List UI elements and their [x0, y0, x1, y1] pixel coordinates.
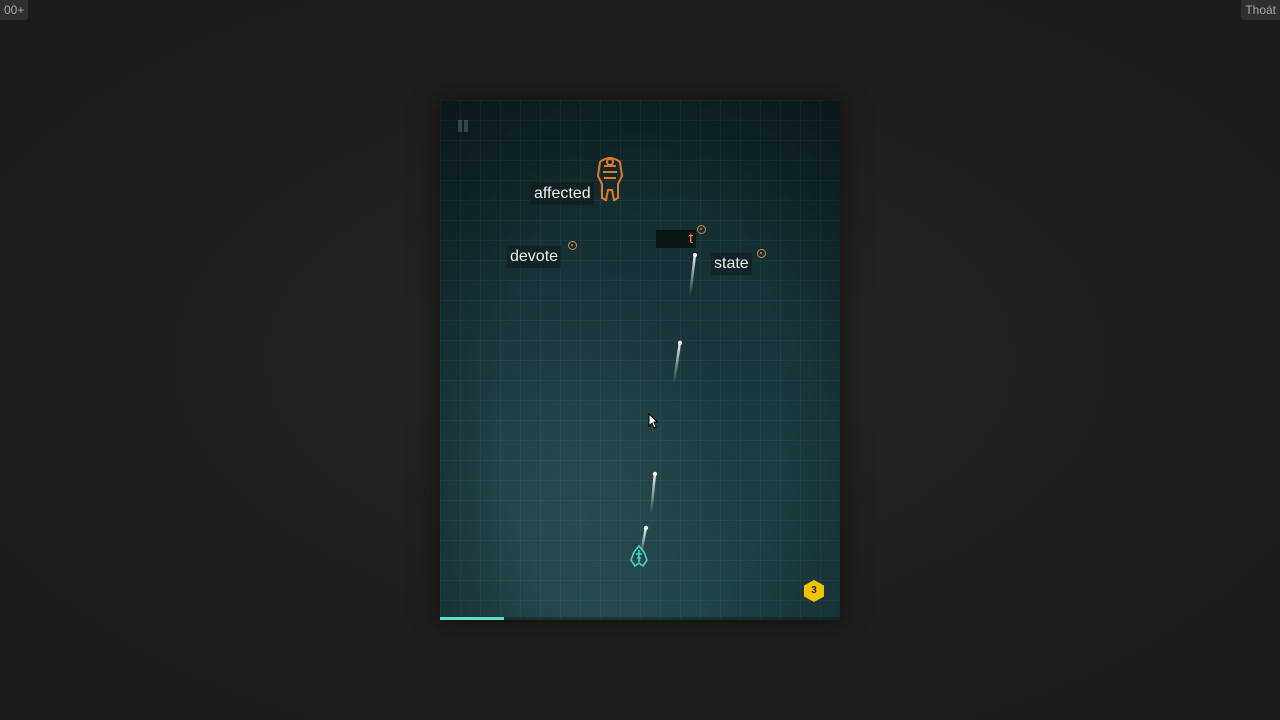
enemy-ship-icon: [568, 241, 577, 250]
enemy-ship-icon: [697, 225, 706, 234]
exit-button[interactable]: Thoát: [1241, 0, 1280, 20]
score-counter: 00+: [0, 0, 29, 20]
enemy-word-state: state: [711, 253, 752, 275]
active-target-word: t: [656, 230, 696, 248]
bullet: [649, 471, 658, 515]
bullet: [672, 340, 683, 384]
mouse-cursor-icon: [648, 413, 658, 429]
level-hexagon-icon: 3: [802, 579, 826, 603]
player-ship-icon: [630, 544, 648, 568]
bullet: [688, 253, 697, 297]
level-number: 3: [811, 585, 817, 596]
level-progress-fill: [440, 617, 504, 620]
enemy-word-devote: devote: [507, 246, 562, 268]
enemy-word-affected: affected: [531, 183, 594, 205]
game-canvas[interactable]: affected devote t state 3: [440, 100, 840, 620]
enemy-mothership-icon: [596, 157, 624, 202]
level-progress-bar: [440, 617, 840, 620]
enemy-ship-icon: [757, 249, 766, 258]
typed-letter: t: [688, 230, 693, 247]
pause-icon[interactable]: [457, 120, 469, 132]
